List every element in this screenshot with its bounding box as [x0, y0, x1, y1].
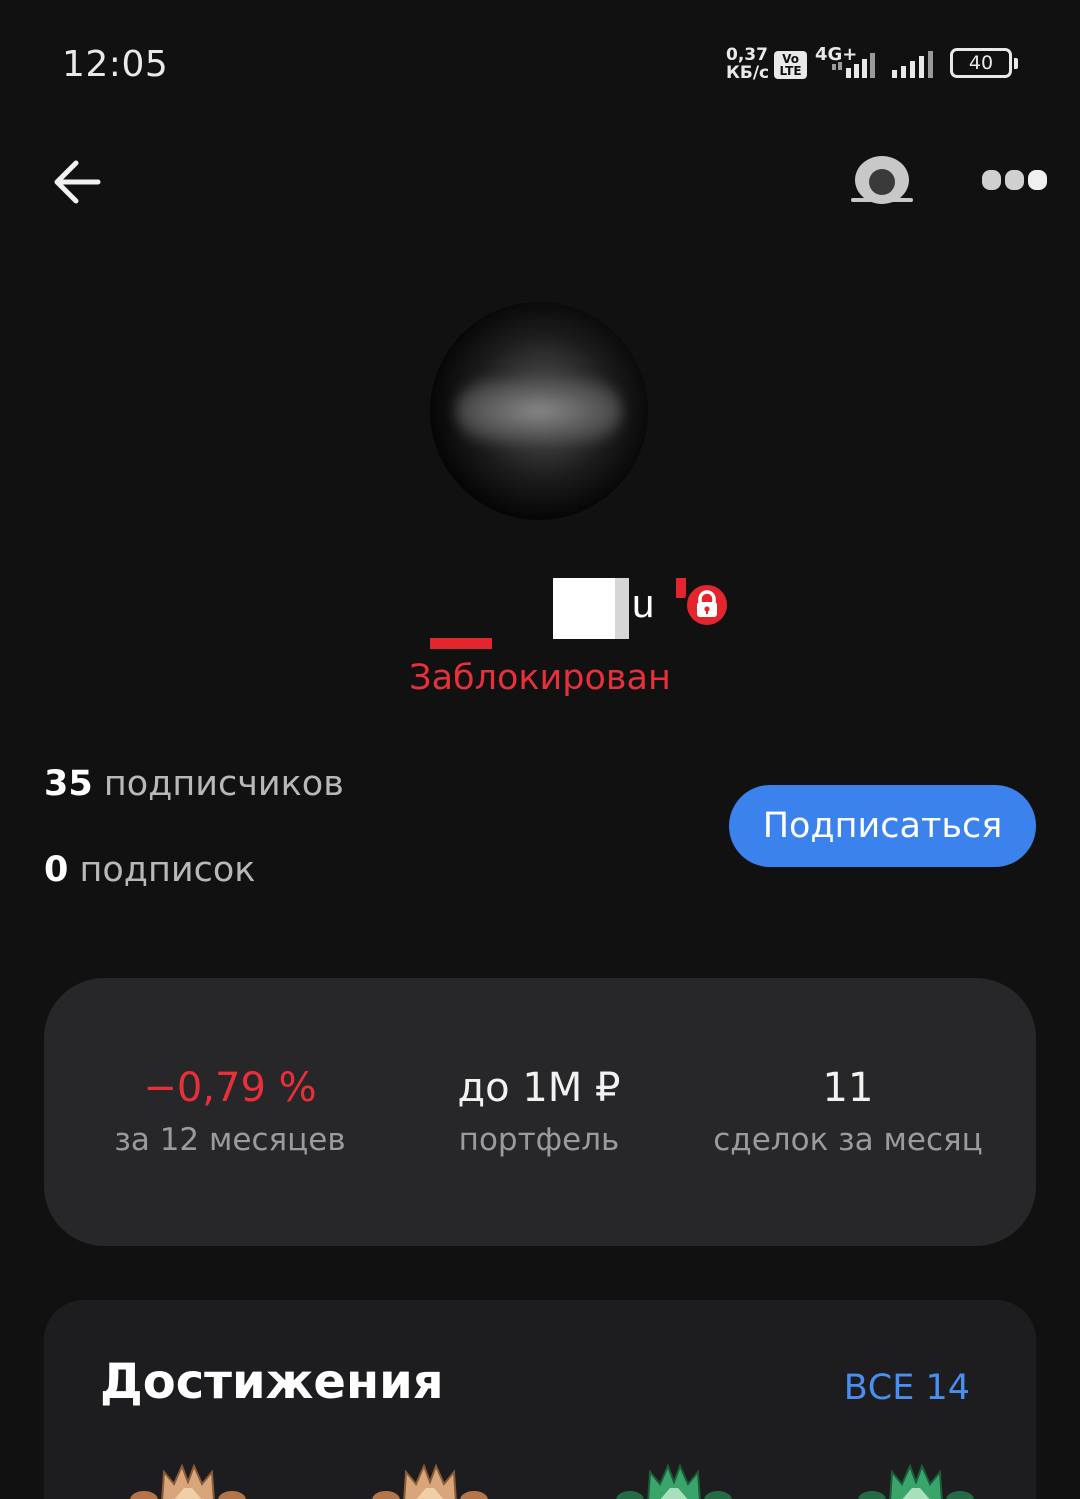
profile-name-text: u — [632, 582, 655, 626]
profile-name: u — [0, 570, 1080, 650]
battery-level: 40 — [968, 52, 994, 74]
crown-badge-icon[interactable] — [856, 1462, 976, 1499]
metric-value: до 1М ₽ — [457, 1065, 621, 1111]
metrics-card: −0,79 % за 12 месяцев до 1М ₽ портфель 1… — [44, 978, 1036, 1246]
profile-avatar[interactable] — [430, 302, 648, 520]
volte-icon: Vo LTE — [774, 51, 807, 79]
following-link[interactable]: 0 подписок — [44, 850, 255, 890]
metric-label: портфель — [458, 1122, 620, 1158]
network-speed-value: 0,37 — [726, 45, 768, 65]
redaction-block — [615, 578, 629, 639]
metric-yield: −0,79 % за 12 месяцев — [94, 1060, 366, 1158]
achievements-all-link[interactable]: ВСЕ 14 — [844, 1368, 970, 1408]
status-time: 12:05 — [62, 44, 169, 85]
subscribe-button[interactable]: Подписаться — [729, 785, 1036, 867]
achievements-card: Достижения ВСЕ 14 — [44, 1300, 1036, 1499]
lock-badge — [684, 582, 730, 628]
back-button[interactable] — [48, 152, 108, 212]
blocked-status-label: Заблокирован — [409, 658, 671, 698]
lock-icon — [697, 590, 717, 617]
redaction-block — [430, 638, 492, 649]
following-count: 0 — [44, 850, 69, 890]
more-button[interactable] — [976, 160, 1052, 200]
battery-icon: 40 — [950, 48, 1012, 78]
metric-value: −0,79 % — [143, 1065, 317, 1111]
metric-value: 11 — [822, 1065, 874, 1111]
following-label: подписок — [79, 850, 256, 890]
crown-badge-icon[interactable] — [614, 1462, 734, 1499]
status-bar: 12:05 0,37 КБ/с Vo LTE 4G+ 40 — [0, 0, 1080, 130]
signal-strength-icon — [832, 53, 875, 78]
battery-tip — [1014, 58, 1018, 69]
followers-count: 35 — [44, 764, 93, 804]
more-dots-icon — [982, 170, 1047, 190]
metric-label: за 12 месяцев — [114, 1122, 346, 1158]
network-speed: 0,37 КБ/с — [726, 46, 769, 82]
avatar-blurred-content — [456, 380, 622, 442]
followers-label: подписчиков — [103, 764, 344, 804]
network-speed-unit: КБ/с — [726, 63, 770, 83]
metric-portfolio: до 1М ₽ портфель — [399, 1060, 679, 1158]
crown-badge-icon[interactable] — [128, 1462, 248, 1499]
metric-label: сделок за месяц — [713, 1122, 983, 1158]
redaction-block — [553, 578, 615, 639]
signal-strength-icon — [892, 51, 933, 78]
achievements-title: Достижения — [100, 1354, 444, 1410]
redaction-block — [676, 578, 686, 598]
crown-badge-icon[interactable] — [370, 1462, 490, 1499]
metric-deals: 11 сделок за месяц — [692, 1060, 1004, 1158]
webcam-icon — [851, 156, 913, 204]
arrow-left-icon — [54, 160, 101, 204]
followers-link[interactable]: 35 подписчиков — [44, 764, 344, 804]
volte-bottom-text: LTE — [779, 64, 802, 78]
webcam-button[interactable] — [846, 150, 918, 210]
